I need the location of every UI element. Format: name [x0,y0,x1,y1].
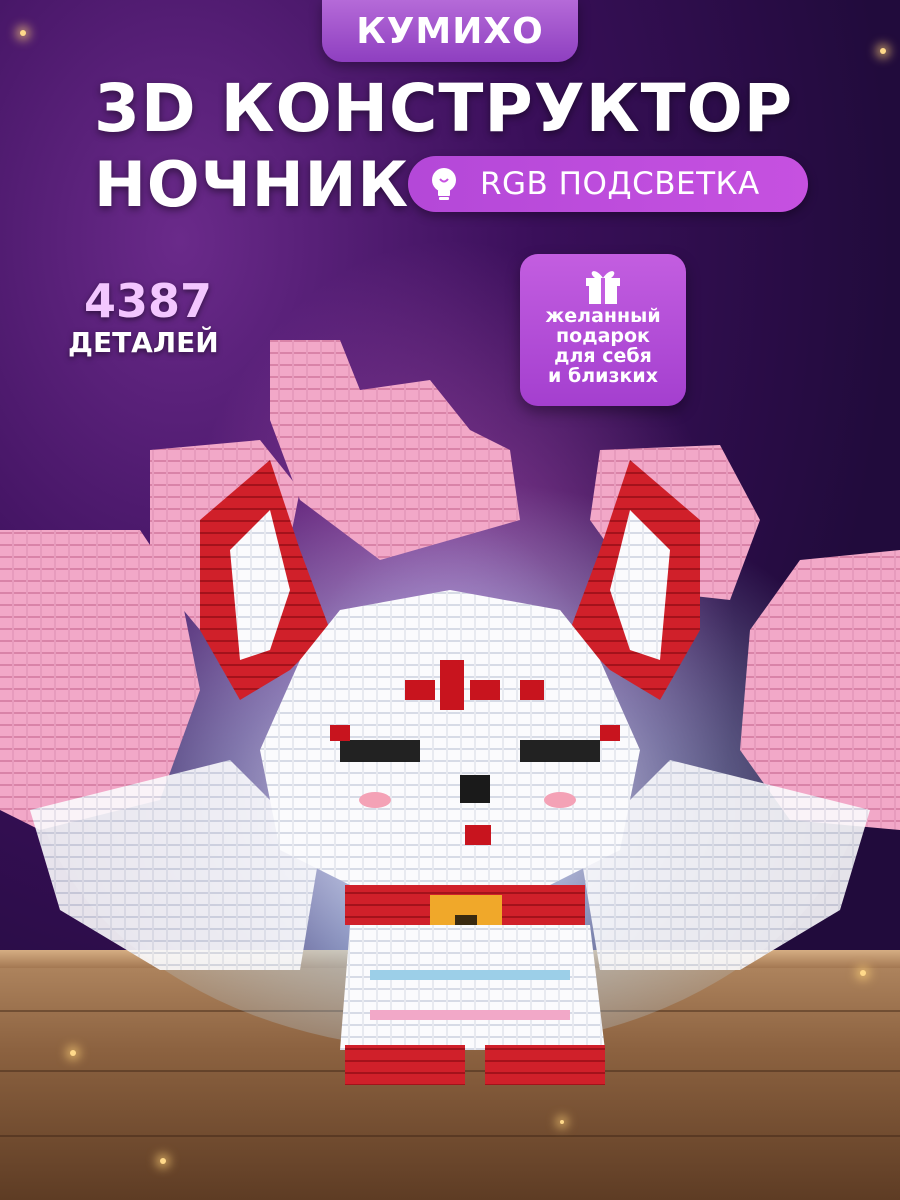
gift-line-2: подарок [556,325,650,347]
gift-line-1: желанный [545,305,661,327]
headline-title: 3D КОНСТРУКТОР [94,70,794,147]
gift-line-3: для себя [554,345,652,367]
gift-line-4: и близких [548,365,658,387]
gift-card: желанный подарок для себя и близких [520,254,686,406]
series-badge-label: КУМИХО [356,10,544,52]
sparkle-decoration [560,1120,564,1124]
sparkle-decoration [880,48,886,54]
feature-pill: RGB ПОДСВЕТКА [408,156,808,212]
sparkle-decoration [160,1158,166,1164]
parts-label: ДЕТАЛЕЙ [68,326,219,359]
series-badge: КУМИХО [322,0,578,62]
lightbulb-icon [422,162,466,206]
parts-count: 4387 [84,274,213,328]
sparkle-decoration [20,30,26,36]
gift-icon [586,271,620,304]
feature-pill-text: RGB ПОДСВЕТКА [480,166,760,202]
headline-subtitle: НОЧНИК [94,148,410,221]
product-card: КУМИХО 3D КОНСТРУКТОР НОЧНИК RGB ПОДСВЕТ… [0,0,900,1200]
kumiho-fox-figure [0,340,900,1085]
